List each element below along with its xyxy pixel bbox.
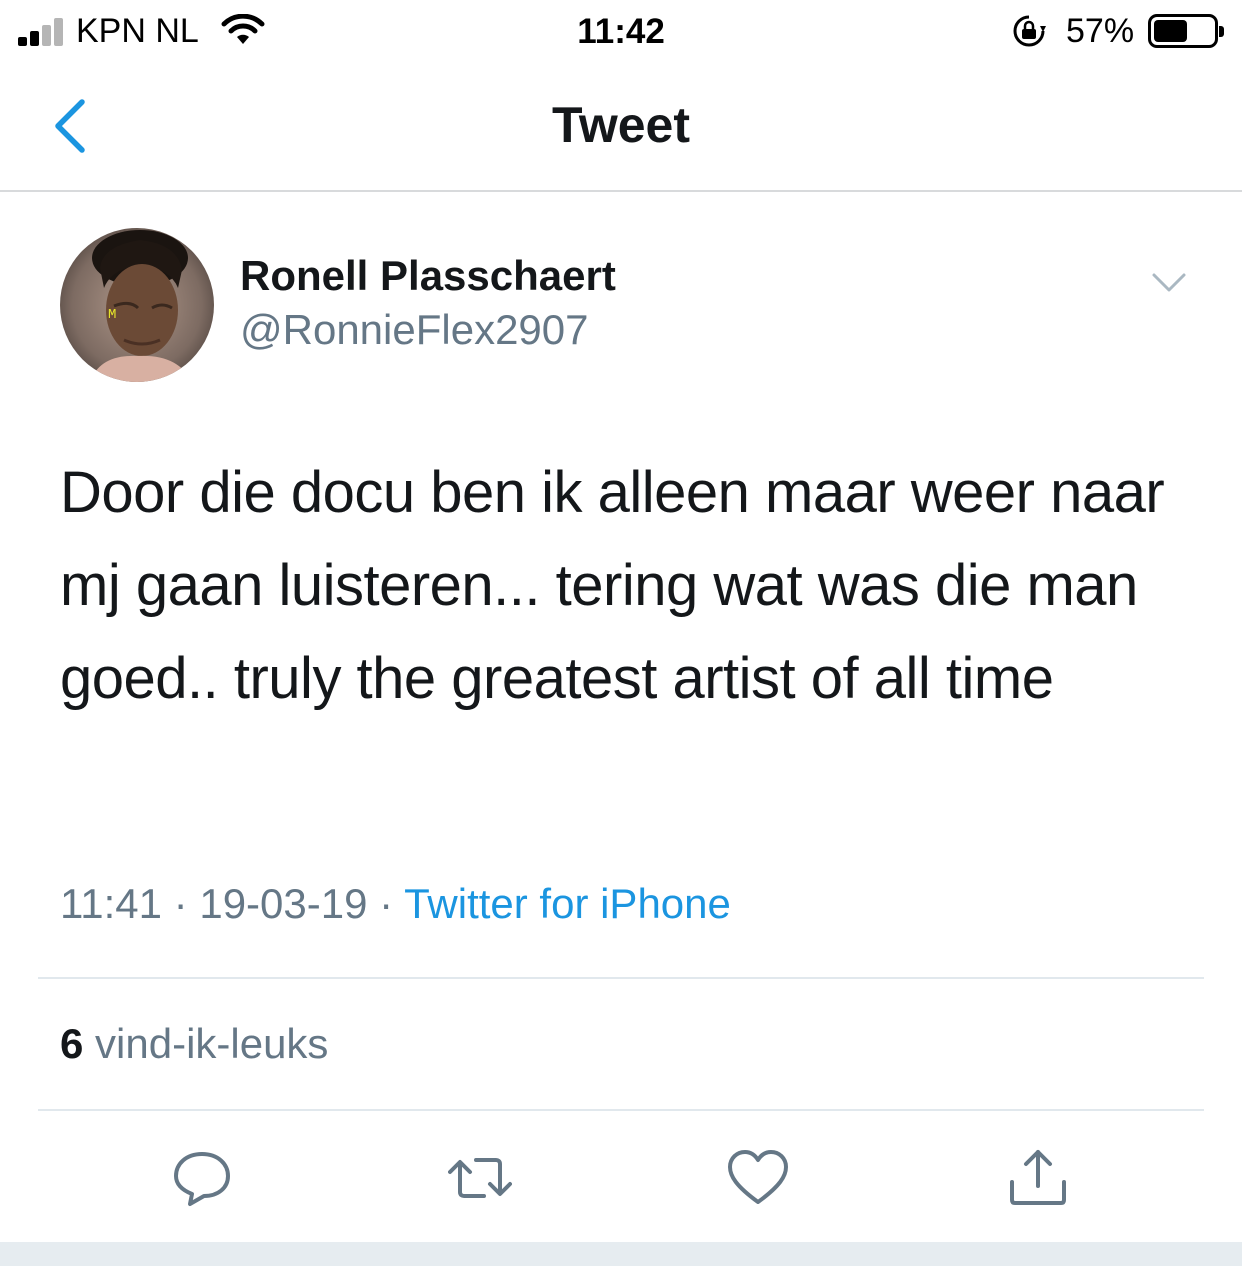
retweet-button[interactable] bbox=[448, 1146, 512, 1210]
meta-separator: · bbox=[173, 880, 188, 927]
orientation-lock-icon bbox=[1013, 15, 1046, 47]
divider bbox=[38, 1109, 1204, 1111]
svg-text:M: M bbox=[108, 307, 116, 323]
navigation-bar: Tweet bbox=[0, 66, 1242, 192]
status-clock: 11:42 bbox=[577, 12, 665, 51]
author-handle[interactable]: @RonnieFlex2907 bbox=[240, 306, 589, 354]
page-title: Tweet bbox=[552, 97, 690, 153]
reply-icon bbox=[174, 1152, 230, 1206]
like-button[interactable] bbox=[726, 1146, 790, 1210]
divider bbox=[38, 977, 1204, 979]
tweet-time: 11:41 bbox=[60, 880, 162, 927]
share-icon bbox=[1010, 1150, 1066, 1205]
battery-percentage: 57% bbox=[1066, 12, 1135, 50]
bottom-strip bbox=[0, 1242, 1242, 1266]
heart-icon bbox=[728, 1150, 788, 1204]
meta-separator: · bbox=[379, 880, 394, 927]
tweet-date: 19-03-19 bbox=[199, 880, 368, 927]
tweet-meta: 11:41 · 19-03-19 · Twitter for iPhone bbox=[60, 880, 731, 928]
battery-icon bbox=[1148, 14, 1224, 48]
like-label: vind-ik-leuks bbox=[95, 1020, 329, 1067]
author-name[interactable]: Ronell Plasschaert bbox=[240, 252, 616, 300]
tweet-source-link[interactable]: Twitter for iPhone bbox=[404, 880, 731, 927]
share-button[interactable] bbox=[1006, 1146, 1070, 1210]
retweet-icon bbox=[448, 1158, 512, 1198]
like-count: 6 bbox=[60, 1020, 84, 1067]
reply-button[interactable] bbox=[170, 1146, 234, 1210]
status-bar: KPN NL 11:42 57% bbox=[0, 0, 1242, 66]
likes-summary[interactable]: 6 vind-ik-leuks bbox=[60, 1020, 328, 1068]
avatar[interactable]: M bbox=[60, 228, 214, 382]
tweet-text: Door die docu ben ik alleen maar weer na… bbox=[60, 460, 1165, 711]
chevron-down-icon[interactable] bbox=[1150, 270, 1188, 296]
